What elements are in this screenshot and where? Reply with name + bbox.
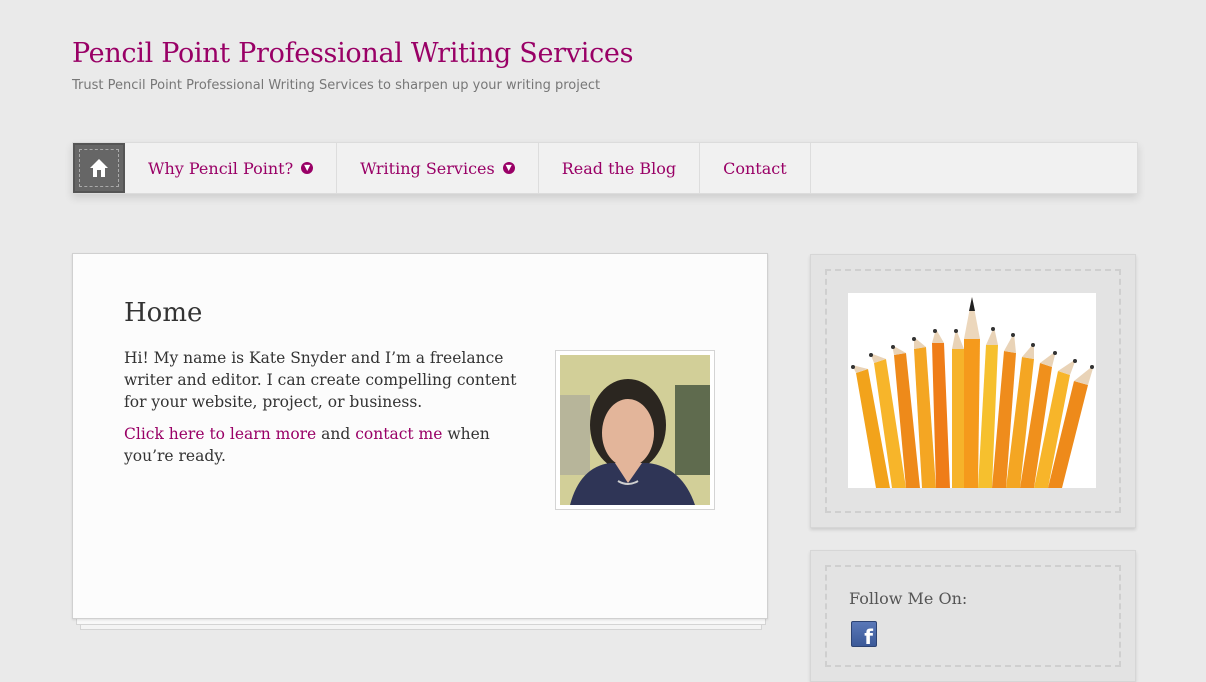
social-widget: Follow Me On: f [810,550,1136,682]
nav-item-label: Read the Blog [561,158,677,178]
nav-item-label: Contact [723,158,787,178]
pencils-image [848,293,1096,488]
chevron-down-icon: ▼ [301,162,314,174]
profile-photo [560,355,710,505]
intro-text: Hi! My name is Kate Snyder and I’m a fre… [124,349,517,411]
follow-me-heading: Follow Me On: [849,589,968,608]
call-to-action-text: Click here to learn more and contact me … [124,423,514,467]
main-nav: Why Pencil Point? ▼ Writing Services ▼ R… [72,142,1138,194]
nav-item-writing-services[interactable]: Writing Services ▼ [337,143,539,193]
site-tagline: Trust Pencil Point Professional Writing … [72,78,601,93]
nav-home-button[interactable] [73,143,125,193]
nav-item-why-pencil-point[interactable]: Why Pencil Point? ▼ [125,143,338,193]
content-card: Home Hi! My name is Kate Snyder and I’m … [72,253,768,619]
contact-me-link[interactable]: contact me [355,425,442,443]
card-stack-edge [76,619,766,625]
learn-more-link[interactable]: Click here to learn more [124,425,316,443]
nav-item-label: Writing Services [360,158,495,178]
site-title[interactable]: Pencil Point Professional Writing Servic… [72,38,633,69]
connector-text: and [316,425,356,443]
page-title: Home [124,298,203,328]
nav-item-read-the-blog[interactable]: Read the Blog [539,143,701,193]
nav-item-contact[interactable]: Contact [700,143,811,193]
pencils-widget [810,254,1136,528]
profile-photo-frame [555,350,715,510]
facebook-icon[interactable]: f [851,621,877,649]
nav-item-label: Why Pencil Point? [148,158,294,178]
chevron-down-icon: ▼ [502,162,515,174]
